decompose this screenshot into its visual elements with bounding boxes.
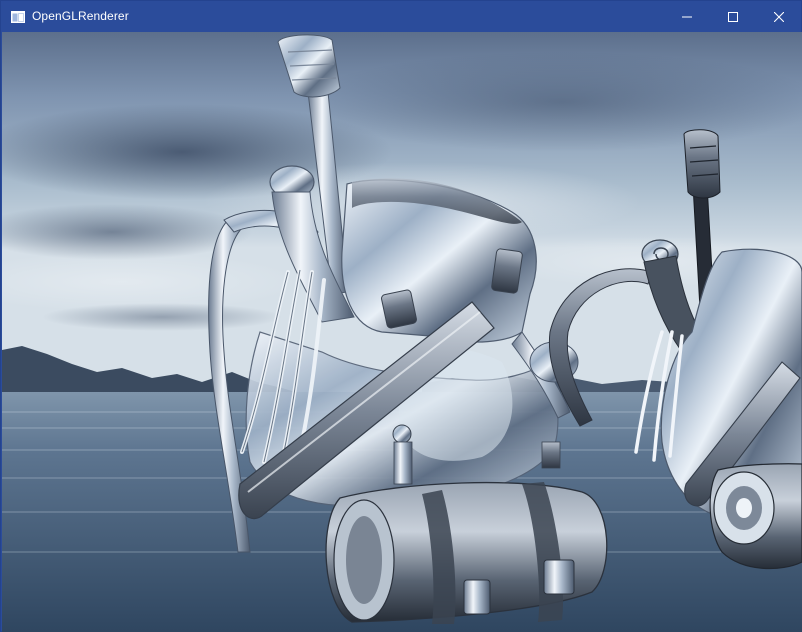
maximize-icon: [728, 11, 738, 22]
app-window: OpenGLRenderer: [0, 0, 802, 632]
window-title: OpenGLRenderer: [32, 9, 129, 23]
minimize-button[interactable]: [664, 1, 710, 32]
close-button[interactable]: [756, 1, 802, 32]
title-bar[interactable]: OpenGLRenderer: [1, 1, 801, 32]
maximize-button[interactable]: [710, 1, 756, 32]
render-viewport[interactable]: [2, 32, 802, 632]
app-window-icon: [11, 10, 25, 23]
minimize-icon: [682, 12, 692, 22]
rendered-scene: [2, 32, 802, 632]
close-icon: [774, 11, 784, 22]
